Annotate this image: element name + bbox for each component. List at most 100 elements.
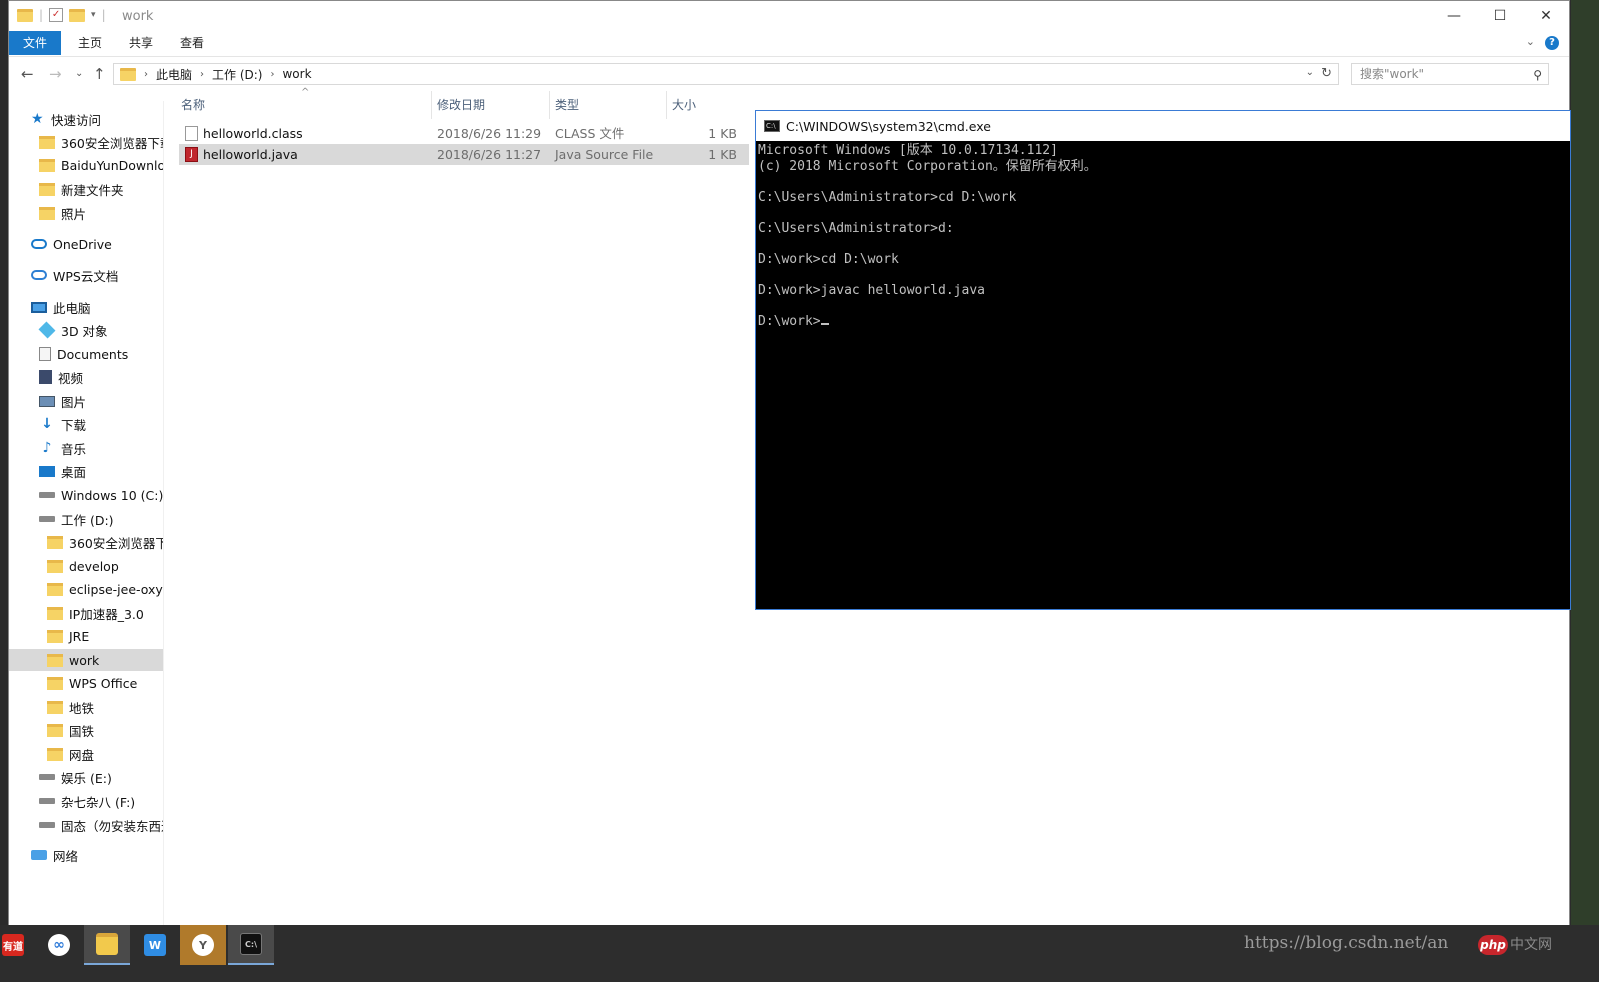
forward-arrow-icon[interactable]: → bbox=[49, 65, 62, 83]
recent-locations-icon[interactable]: ⌄ bbox=[75, 68, 83, 79]
net-icon bbox=[31, 850, 47, 860]
console-line-text: (c) 2018 Microsoft Corporation。保留所有权利。 bbox=[758, 158, 1097, 174]
properties-icon[interactable]: ✓ bbox=[49, 8, 64, 22]
sidebar-item[interactable]: 网络 bbox=[9, 844, 163, 866]
customize-qat-icon[interactable]: ▾ bbox=[91, 10, 96, 20]
sidebar-item[interactable]: ♪ 音乐 bbox=[9, 437, 163, 459]
address-bar[interactable]: › 此电脑 › 工作 (D:) › work ⌄ ↻ bbox=[113, 63, 1339, 85]
taskbar-cmd[interactable]: C:\ bbox=[228, 925, 274, 965]
refresh-icon[interactable]: ↻ bbox=[1321, 66, 1332, 81]
taskbar-wps[interactable]: W bbox=[132, 925, 178, 965]
sidebar-item[interactable]: 网盘 bbox=[9, 743, 163, 765]
address-dropdown-icon[interactable]: ⌄ bbox=[1306, 67, 1314, 78]
sidebar-item[interactable]: 新建文件夹 bbox=[9, 178, 163, 200]
sidebar-item[interactable]: work bbox=[9, 649, 163, 671]
sidebar-item[interactable]: JRE bbox=[9, 625, 163, 647]
sidebar-item[interactable]: 此电脑 bbox=[9, 296, 163, 318]
search-input[interactable]: 搜索"work" ⚲ bbox=[1351, 63, 1549, 85]
back-arrow-icon[interactable]: ← bbox=[21, 65, 34, 83]
taskbar-youdao[interactable]: 有道 bbox=[0, 925, 26, 965]
drive-icon bbox=[39, 798, 55, 804]
sidebar-item[interactable]: 视频 bbox=[9, 366, 163, 388]
file-size: 1 KB bbox=[708, 147, 737, 162]
breadcrumb-work[interactable]: work bbox=[282, 67, 311, 81]
column-header-type[interactable]: 类型 bbox=[555, 91, 579, 119]
folder-icon bbox=[47, 582, 63, 596]
search-icon[interactable]: ⚲ bbox=[1533, 65, 1542, 85]
console-line-text: D:\work>cd D:\work bbox=[758, 251, 899, 267]
explorer-titlebar[interactable]: | ✓ ▾ | work — ☐ ✕ bbox=[9, 1, 1569, 31]
expand-ribbon-icon[interactable]: ⌄ bbox=[1526, 35, 1535, 48]
taskbar-file-explorer[interactable] bbox=[84, 925, 130, 965]
sidebar-item-label: IP加速器_3.0 bbox=[69, 606, 144, 622]
file-row[interactable]: helloworld.class 2018/6/26 11:29 CLASS 文… bbox=[179, 123, 749, 144]
sidebar-item[interactable]: 杂七杂八 (F:) bbox=[9, 790, 163, 812]
sidebar-item[interactable]: WPS云文档 bbox=[9, 264, 163, 286]
sidebar-item[interactable]: ★ 快速访问 bbox=[9, 108, 163, 130]
sidebar-item[interactable]: 3D 对象 bbox=[9, 319, 163, 341]
cmd-console[interactable]: Microsoft Windows [版本 10.0.17134.112] (c)… bbox=[756, 143, 1570, 609]
sidebar-item[interactable]: 360安全浏览器下载 bbox=[9, 531, 163, 553]
sidebar-item[interactable]: 工作 (D:) bbox=[9, 508, 163, 530]
file-name: helloworld.java bbox=[203, 147, 298, 162]
cmd-titlebar[interactable]: C:\ C:\WINDOWS\system32\cmd.exe bbox=[756, 111, 1570, 141]
sidebar-item[interactable]: 图片 bbox=[9, 390, 163, 412]
new-folder-icon[interactable] bbox=[69, 8, 86, 22]
minimize-button[interactable]: — bbox=[1431, 1, 1477, 31]
folder-icon bbox=[17, 8, 33, 22]
folder-icon bbox=[39, 206, 55, 220]
sidebar-item[interactable]: 地铁 bbox=[9, 696, 163, 718]
sidebar-item[interactable]: eclipse-jee-oxygen bbox=[9, 578, 163, 600]
sidebar-item[interactable]: 固态（勿安装东西进 bbox=[9, 814, 163, 836]
sidebar-item[interactable]: 娱乐 (E:) bbox=[9, 766, 163, 788]
sidebar-item-label: 网盘 bbox=[69, 747, 95, 763]
column-header-date[interactable]: 修改日期 bbox=[437, 91, 485, 119]
taskbar-browser[interactable]: Y bbox=[180, 925, 226, 965]
sidebar-item[interactable]: Windows 10 (C:) bbox=[9, 484, 163, 506]
column-divider[interactable] bbox=[666, 91, 667, 119]
sidebar-item[interactable]: 国铁 bbox=[9, 719, 163, 741]
cube-icon bbox=[38, 321, 56, 339]
sidebar-item-label: 照片 bbox=[61, 206, 87, 222]
tab-view[interactable]: 查看 bbox=[180, 31, 204, 55]
sidebar-item[interactable]: ↓ 下载 bbox=[9, 413, 163, 435]
java-file-icon: J bbox=[185, 147, 198, 162]
sidebar-item[interactable]: WPS Office bbox=[9, 672, 163, 694]
chevron-right-icon[interactable]: › bbox=[144, 69, 148, 80]
close-button[interactable]: ✕ bbox=[1523, 1, 1569, 31]
sidebar-item[interactable]: OneDrive bbox=[9, 233, 163, 255]
sidebar-item[interactable]: Documents bbox=[9, 343, 163, 365]
column-header-size[interactable]: 大小 bbox=[672, 91, 696, 119]
chevron-right-icon[interactable]: › bbox=[270, 69, 274, 80]
sidebar-item-label: 杂七杂八 (F:) bbox=[61, 794, 136, 810]
file-row[interactable]: J helloworld.java 2018/6/26 11:27 Java S… bbox=[179, 144, 749, 165]
sidebar-item-label: develop bbox=[69, 558, 119, 574]
chevron-right-icon[interactable]: › bbox=[200, 69, 204, 80]
sidebar-item-label: 快速访问 bbox=[51, 112, 102, 128]
folder-icon bbox=[47, 606, 63, 620]
tab-home[interactable]: 主页 bbox=[78, 31, 102, 55]
sidebar-item[interactable]: 360安全浏览器下载 bbox=[9, 131, 163, 153]
tab-share[interactable]: 共享 bbox=[129, 31, 153, 55]
sidebar-item[interactable]: BaiduYunDownload bbox=[9, 154, 163, 176]
sidebar-item[interactable]: 照片 bbox=[9, 202, 163, 224]
breadcrumb-drive-d[interactable]: 工作 (D:) bbox=[212, 66, 262, 83]
separator: | bbox=[39, 8, 44, 22]
cmd-window[interactable]: C:\ C:\WINDOWS\system32\cmd.exe Microsof… bbox=[755, 110, 1571, 610]
console-line: Microsoft Windows [版本 10.0.17134.112] bbox=[758, 143, 1570, 159]
taskbar-baidu-netdisk[interactable]: ∞ bbox=[36, 925, 82, 965]
sidebar-item[interactable]: IP加速器_3.0 bbox=[9, 602, 163, 624]
maximize-button[interactable]: ☐ bbox=[1477, 1, 1523, 31]
breadcrumb-this-pc[interactable]: 此电脑 bbox=[156, 66, 192, 83]
help-icon[interactable]: ? bbox=[1545, 36, 1559, 50]
tab-file[interactable]: 文件 bbox=[9, 31, 62, 55]
sidebar-item[interactable]: develop bbox=[9, 555, 163, 577]
column-divider[interactable] bbox=[549, 91, 550, 119]
sidebar-item[interactable]: 桌面 bbox=[9, 460, 163, 482]
up-arrow-icon[interactable]: ↑ bbox=[93, 65, 106, 83]
column-divider[interactable] bbox=[431, 91, 432, 119]
down-icon: ↓ bbox=[41, 416, 53, 432]
column-header-name[interactable]: 名称 bbox=[181, 91, 205, 119]
